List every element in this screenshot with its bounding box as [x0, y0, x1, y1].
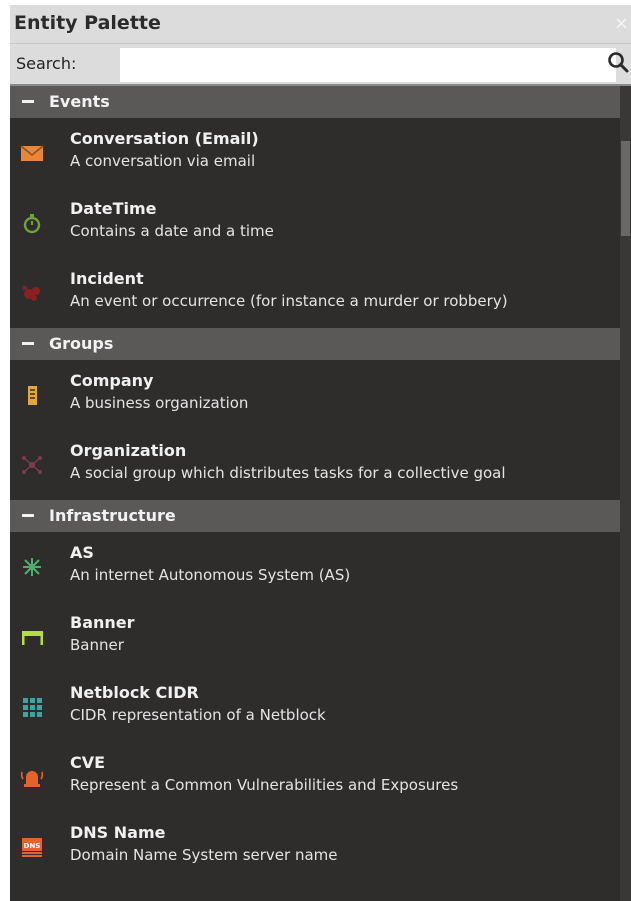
entity-description: Domain Name System server name [70, 846, 338, 864]
group-label: Groups [49, 334, 114, 353]
email-icon [20, 145, 44, 161]
group-label: Infrastructure [49, 506, 176, 525]
alarm-icon [20, 771, 44, 787]
entity-name: Banner [70, 613, 135, 632]
entity-description: CIDR representation of a Netblock [70, 706, 326, 724]
banner-icon [22, 631, 43, 645]
group-header-events[interactable]: Events [10, 86, 620, 118]
entity-description: A social group which distributes tasks f… [70, 464, 506, 482]
entity-name: DNS Name [70, 823, 166, 842]
netblock-icon [23, 698, 42, 717]
entity-description: An event or occurrence (for instance a m… [70, 292, 508, 310]
entity-item-dns-name[interactable]: DNS DNS Name Domain Name System server n… [10, 812, 620, 882]
entity-name: Company [70, 371, 154, 390]
close-icon[interactable]: × [614, 13, 629, 34]
entity-name: Incident [70, 269, 144, 288]
dns-icon-label: DNS [24, 842, 41, 850]
entity-description: A conversation via email [70, 152, 256, 170]
group-header-groups[interactable]: Groups [10, 328, 620, 360]
group-header-infrastructure[interactable]: Infrastructure [10, 500, 620, 532]
entity-item-banner[interactable]: Banner Banner [10, 602, 620, 672]
search-input[interactable] [120, 48, 616, 82]
entity-description: Represent a Common Vulnerabilities and E… [70, 776, 459, 794]
title-bar: Entity Palette × [10, 5, 631, 44]
entity-item-datetime[interactable]: DateTime Contains a date and a time [10, 188, 620, 258]
incident-icon [23, 286, 40, 301]
scrollbar-thumb[interactable] [621, 141, 630, 236]
entity-list: Events Conversation (Email) A conversati… [10, 86, 620, 882]
network-icon [22, 456, 42, 474]
building-icon [28, 386, 37, 405]
dns-icon: DNS [22, 838, 42, 857]
entity-description: A business organization [70, 394, 249, 412]
collapse-icon[interactable] [22, 342, 34, 345]
entity-item-cve[interactable]: CVE Represent a Common Vulnerabilities a… [10, 742, 620, 812]
entity-description: An internet Autonomous System (AS) [70, 566, 351, 584]
entity-name: AS [70, 543, 94, 562]
stopwatch-icon [23, 214, 41, 234]
vertical-scrollbar[interactable] [620, 86, 631, 901]
entity-item-conversation-email[interactable]: Conversation (Email) A conversation via … [10, 118, 620, 188]
entity-item-netblock-cidr[interactable]: Netblock CIDR CIDR representation of a N… [10, 672, 620, 742]
search-bar: Search: [10, 44, 631, 86]
autonomous-system-icon [23, 558, 41, 576]
collapse-icon[interactable] [22, 514, 34, 517]
group-label: Events [49, 92, 110, 111]
entity-name: Conversation (Email) [70, 129, 259, 148]
entity-palette-panel: Entity Palette × Search: Events Conversa… [10, 5, 631, 901]
entity-description: Banner [70, 636, 124, 654]
entity-item-incident[interactable]: Incident An event or occurrence (for ins… [10, 258, 620, 328]
entity-item-company[interactable]: Company A business organization [10, 360, 620, 430]
entity-item-organization[interactable]: Organization A social group which distri… [10, 430, 620, 500]
search-label: Search: [16, 54, 77, 73]
entity-name: DateTime [70, 199, 157, 218]
search-icon[interactable] [607, 51, 629, 73]
entity-description: Contains a date and a time [70, 222, 274, 240]
entity-name: CVE [70, 753, 106, 772]
entity-name: Netblock CIDR [70, 683, 199, 702]
entity-item-as[interactable]: AS An internet Autonomous System (AS) [10, 532, 620, 602]
entity-name: Organization [70, 441, 187, 460]
panel-title: Entity Palette [14, 12, 161, 34]
collapse-icon[interactable] [22, 100, 34, 103]
